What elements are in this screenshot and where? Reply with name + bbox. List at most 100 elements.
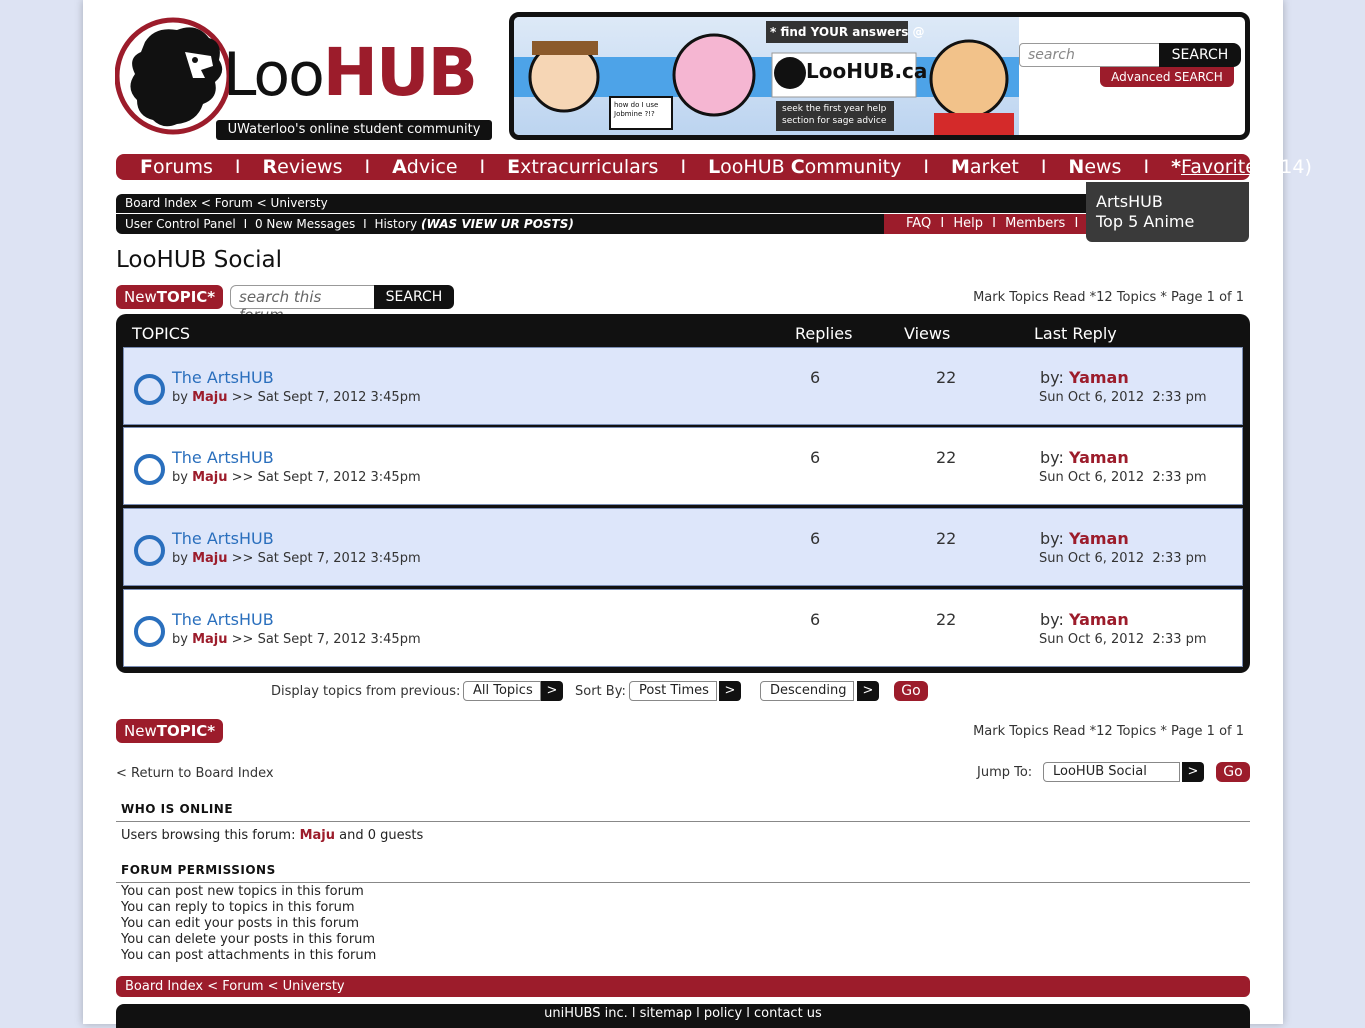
site-search-input[interactable]: search xyxy=(1019,43,1161,67)
members-link[interactable]: Members xyxy=(1005,216,1065,231)
nav-community-initial: L xyxy=(708,156,721,178)
favorites-label: Favorites xyxy=(1181,156,1267,178)
nav-forums[interactable]: Forums xyxy=(140,154,213,180)
history-link[interactable]: History xyxy=(374,217,417,231)
messages-link[interactable]: 0 New Messages xyxy=(255,217,355,231)
nav-community-rest2: ommunity xyxy=(804,156,902,178)
topic-byline: by Maju >> Sat Sept 7, 2012 3:45pm xyxy=(172,551,421,566)
table-row[interactable]: The ArtsHUB by Maju >> Sat Sept 7, 2012 … xyxy=(123,427,1243,505)
userbar-separator: I xyxy=(363,217,367,231)
return-board-index-link[interactable]: < Return to Board Index xyxy=(116,766,274,781)
user-bar: User Control Panel I 0 New Messages I Hi… xyxy=(116,214,884,234)
header-banner: * find YOUR answers @ LooHUB.ca how do I… xyxy=(509,12,1250,140)
permission-line: You can edit your posts in this forum xyxy=(121,916,360,931)
nav-news-rest: ews xyxy=(1084,156,1122,178)
page-title: LooHUB Social xyxy=(116,247,282,273)
new-topic-prefix: New xyxy=(124,288,157,306)
logo-hub: HUB xyxy=(322,34,478,111)
favorites-item[interactable]: Top 5 Anime xyxy=(1096,212,1239,232)
header-views: Views xyxy=(904,324,951,343)
last-reply-author[interactable]: Yaman xyxy=(1069,529,1129,548)
topic-author[interactable]: Maju xyxy=(192,551,227,566)
last-reply-prefix: by: xyxy=(1040,529,1064,548)
sort-order-select[interactable]: Descending xyxy=(760,681,854,701)
topic-posted: >> Sat Sept 7, 2012 3:45pm xyxy=(231,632,421,647)
topic-author[interactable]: Maju xyxy=(192,390,227,405)
forum-search-input[interactable]: search this forum xyxy=(230,285,376,324)
site-search-button[interactable]: SEARCH xyxy=(1159,43,1241,67)
nav-advice[interactable]: Advice xyxy=(392,154,457,180)
new-topic-bold: TOPIC* xyxy=(156,288,216,306)
last-reply-author[interactable]: Yaman xyxy=(1069,448,1129,467)
sort-order-arrow[interactable]: > xyxy=(857,681,879,701)
help-links-separator: I xyxy=(1074,216,1079,231)
banner-illustration xyxy=(514,21,1019,135)
jump-to-arrow[interactable]: > xyxy=(1182,762,1204,782)
last-reply-author[interactable]: Yaman xyxy=(1069,610,1129,629)
new-topic-button-bottom[interactable]: NewTOPIC* xyxy=(116,719,224,743)
help-links-separator: I xyxy=(992,216,996,231)
userbar-separator: I xyxy=(243,217,248,231)
topic-replies: 6 xyxy=(810,610,821,629)
new-topic-prefix: New xyxy=(124,722,157,740)
header-topics: TOPICS xyxy=(132,324,191,343)
topic-replies: 6 xyxy=(810,448,821,467)
nav-favorites[interactable]: *Favorites (14) xyxy=(1171,154,1312,180)
faq-link[interactable]: FAQ xyxy=(906,216,931,231)
nav-extracurriculars[interactable]: Extracurriculars xyxy=(507,154,658,180)
permission-line: You can post attachments in this forum xyxy=(121,948,377,963)
table-row[interactable]: The ArtsHUB by Maju >> Sat Sept 7, 2012 … xyxy=(123,347,1243,425)
nav-news[interactable]: News xyxy=(1068,154,1121,180)
topic-status-icon xyxy=(134,374,165,405)
new-topic-button[interactable]: NewTOPIC* xyxy=(116,285,224,309)
topic-author[interactable]: Maju xyxy=(192,632,227,647)
topic-views: 22 xyxy=(936,368,957,387)
topic-posted: >> Sat Sept 7, 2012 3:45pm xyxy=(231,551,421,566)
site-logo-text[interactable]: LooHUB xyxy=(223,40,478,106)
breadcrumb[interactable]: Board Index < Forum < Universty xyxy=(116,194,1086,213)
divider xyxy=(116,821,1250,822)
favorites-item[interactable]: ArtsHUB xyxy=(1096,192,1239,212)
display-from-arrow[interactable]: > xyxy=(541,681,563,701)
user-control-panel-link[interactable]: User Control Panel xyxy=(125,217,236,231)
online-user[interactable]: Maju xyxy=(300,828,335,843)
display-from-select[interactable]: All Topics xyxy=(463,681,541,701)
topic-author[interactable]: Maju xyxy=(192,470,227,485)
topic-status-icon xyxy=(134,454,165,485)
nav-reviews[interactable]: Reviews xyxy=(262,154,342,180)
sort-by-select[interactable]: Post Times xyxy=(629,681,717,701)
page-info-bottom[interactable]: Mark Topics Read *12 Topics * Page 1 of … xyxy=(973,724,1244,739)
byline-prefix: by xyxy=(172,470,188,485)
topic-title[interactable]: The ArtsHUB xyxy=(172,448,274,467)
topic-views: 22 xyxy=(936,529,957,548)
topic-title[interactable]: The ArtsHUB xyxy=(172,368,274,387)
jump-go-button[interactable]: Go xyxy=(1216,762,1250,782)
sort-by-arrow[interactable]: > xyxy=(719,681,741,701)
favorites-star: * xyxy=(1171,156,1182,178)
nav-separator: I xyxy=(364,156,371,178)
advanced-search-link[interactable]: Advanced SEARCH xyxy=(1100,67,1234,87)
nav-forums-rest: orums xyxy=(152,156,213,178)
nav-separator: I xyxy=(1040,156,1047,178)
help-link[interactable]: Help xyxy=(953,216,983,231)
topics-table: TOPICS Replies Views Last Reply The Arts… xyxy=(116,314,1250,673)
nav-news-initial: N xyxy=(1068,156,1085,178)
topic-title[interactable]: The ArtsHUB xyxy=(172,610,274,629)
breadcrumb-bottom[interactable]: Board Index < Forum < Universty xyxy=(116,976,1250,997)
banner-ad[interactable]: * find YOUR answers @ LooHUB.ca how do I… xyxy=(514,17,1019,135)
topic-title[interactable]: The ArtsHUB xyxy=(172,529,274,548)
table-row[interactable]: The ArtsHUB by Maju >> Sat Sept 7, 2012 … xyxy=(123,589,1243,667)
lion-logo-icon[interactable] xyxy=(115,12,233,138)
page-info[interactable]: Mark Topics Read *12 Topics * Page 1 of … xyxy=(973,290,1244,305)
nav-market-initial: M xyxy=(950,156,970,178)
nav-loohub-community[interactable]: LooHUB Community xyxy=(708,154,901,180)
nav-market[interactable]: Market xyxy=(951,154,1019,180)
last-reply-author[interactable]: Yaman xyxy=(1069,368,1129,387)
display-go-button[interactable]: Go xyxy=(894,681,928,701)
topic-status-icon xyxy=(134,616,165,647)
table-row[interactable]: The ArtsHUB by Maju >> Sat Sept 7, 2012 … xyxy=(123,508,1243,586)
forum-search-button[interactable]: SEARCH xyxy=(374,285,454,309)
footer-links[interactable]: uniHUBS inc. l sitemap l policy l contac… xyxy=(116,1004,1250,1028)
nav-extracurriculars-initial: E xyxy=(507,156,521,178)
jump-to-select[interactable]: LooHUB Social xyxy=(1043,762,1180,782)
